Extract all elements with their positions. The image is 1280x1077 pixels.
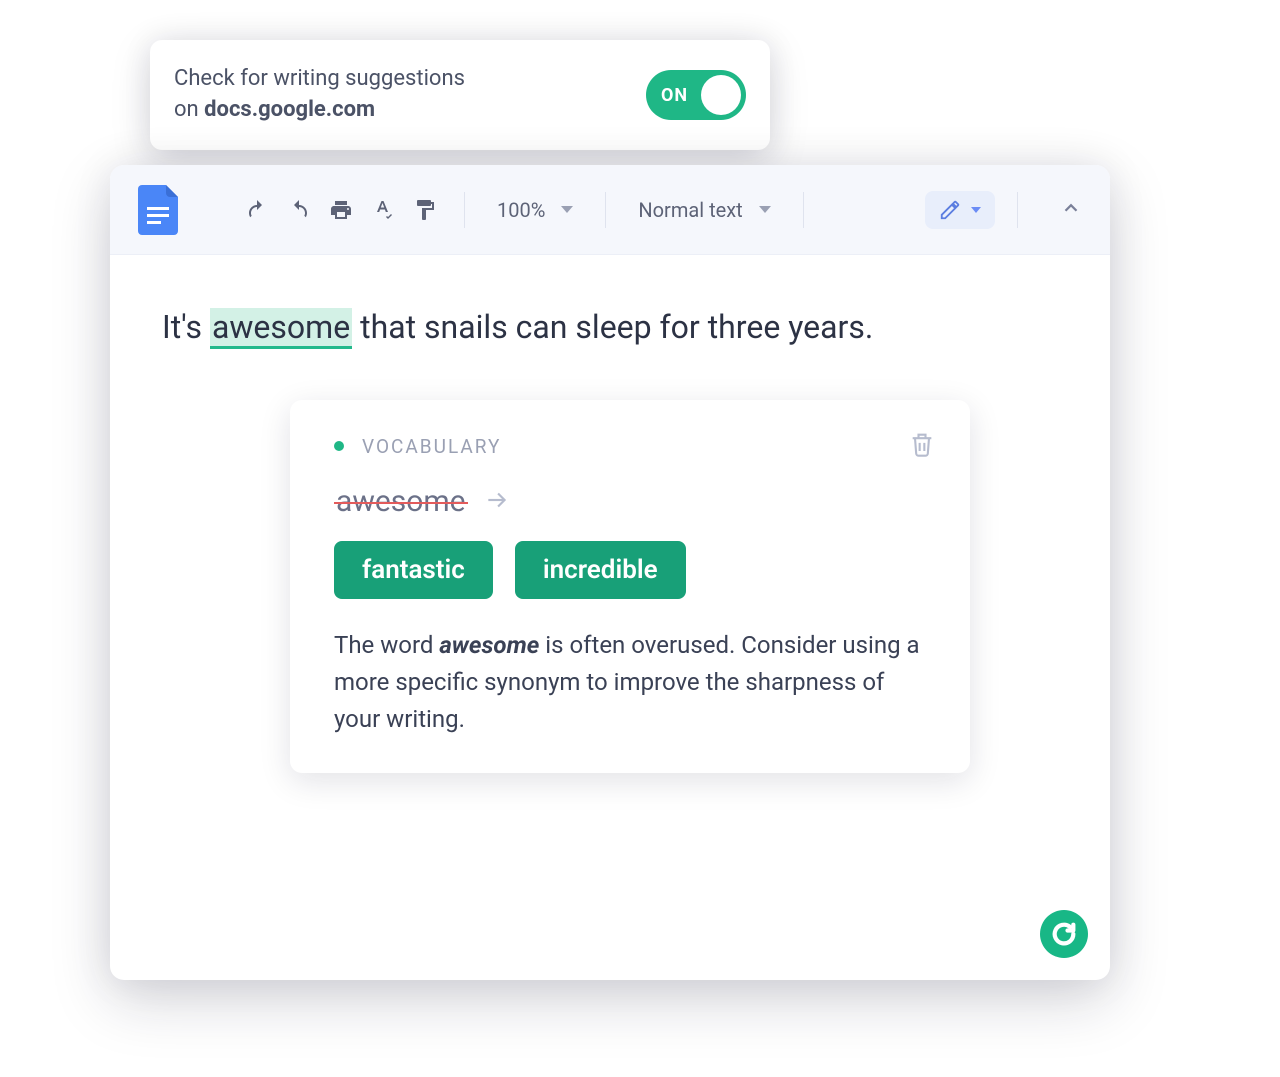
document-text: It's awesome that snails can sleep for t… [162,303,1058,351]
explanation-prefix: The word [334,631,439,659]
suggestion-chip-incredible[interactable]: incredible [515,541,686,599]
sentence-suffix: that snails can sleep for three years. [352,308,873,346]
redo-button[interactable] [282,193,316,227]
editing-mode-button[interactable] [925,191,995,229]
toolbar-separator [1017,192,1018,228]
style-value: Normal text [638,198,742,222]
category-dot-icon [334,441,344,451]
toggle-state-label: ON [661,85,688,106]
trash-icon [908,430,936,458]
suggestion-chip-fantastic[interactable]: fantastic [334,541,493,599]
undo-button[interactable] [240,193,274,227]
extension-settings-card: Check for writing suggestions on docs.go… [150,40,770,150]
suggestions-toggle[interactable]: ON [646,70,746,120]
toolbar-separator [605,192,606,228]
toggle-knob [701,75,741,115]
chevron-down-icon [971,207,981,213]
dismiss-suggestion-button[interactable] [908,430,936,462]
original-word: awesome [336,484,466,519]
suggestion-card: VOCABULARY awesome fantastic [290,400,970,773]
docs-window: 100% Normal text It's awesome that snail… [110,165,1110,980]
explanation-text: The word awesome is often overused. Cons… [334,627,936,739]
sentence-prefix: It's [162,308,210,346]
chevron-down-icon [561,206,573,213]
suggestion-category: VOCABULARY [362,435,501,458]
explanation-word: awesome [439,631,539,659]
collapse-toolbar-button[interactable] [1060,197,1082,223]
settings-line1: Check for writing suggestions [174,66,465,91]
chevron-up-icon [1060,197,1082,219]
document-body[interactable]: It's awesome that snails can sleep for t… [110,255,1110,980]
original-word-row: awesome [334,484,936,519]
highlighted-word[interactable]: awesome [210,308,352,349]
settings-text: Check for writing suggestions on docs.go… [174,64,465,126]
zoom-value: 100% [497,198,545,222]
print-button[interactable] [324,193,358,227]
grammarly-icon [1050,920,1078,948]
docs-toolbar: 100% Normal text [110,165,1110,255]
paint-format-button[interactable] [408,193,442,227]
pencil-icon [939,199,961,221]
suggestion-chips: fantastic incredible [334,541,936,599]
docs-logo-icon [138,185,178,235]
card-header: VOCABULARY [334,430,936,462]
settings-domain: docs.google.com [204,97,375,122]
toolbar-separator [464,192,465,228]
chevron-down-icon [759,206,771,213]
grammarly-badge-button[interactable] [1040,910,1088,958]
zoom-dropdown[interactable]: 100% [487,198,583,222]
paragraph-style-dropdown[interactable]: Normal text [628,198,780,222]
settings-line2-prefix: on [174,97,204,122]
arrow-right-icon [484,487,510,517]
toolbar-separator [803,192,804,228]
spellcheck-button[interactable] [366,193,400,227]
card-header-left: VOCABULARY [334,435,501,458]
